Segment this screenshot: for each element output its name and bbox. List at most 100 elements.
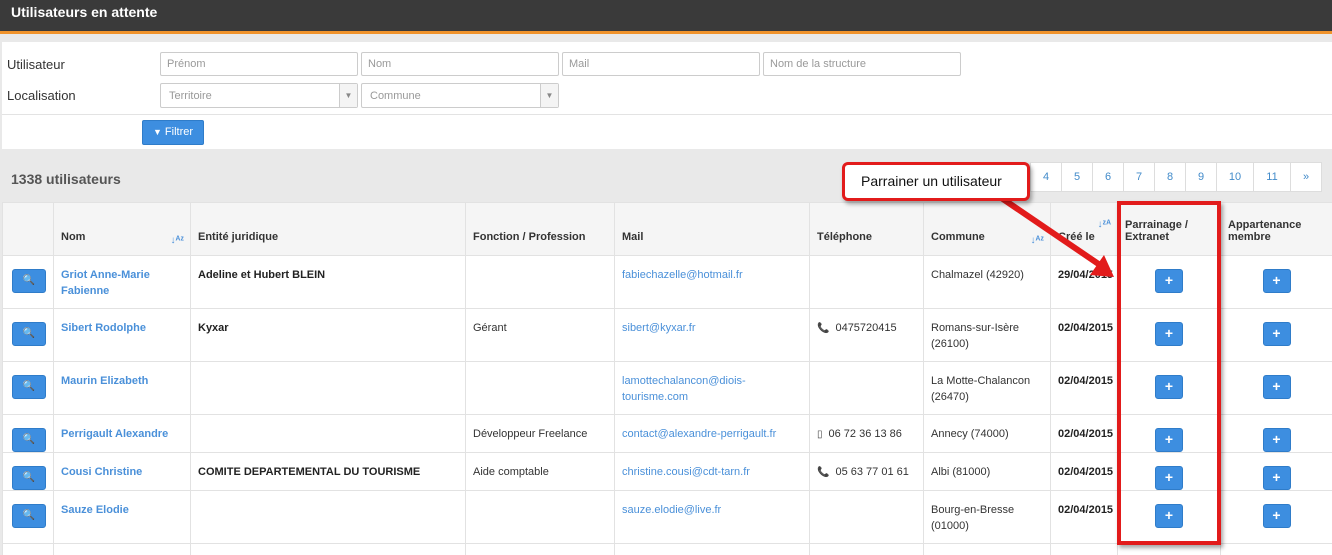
plus-icon: + bbox=[1164, 325, 1174, 341]
sponsor-user-button[interactable]: + bbox=[1155, 466, 1183, 490]
row-actions: 🔍 bbox=[2, 543, 54, 555]
header-fonction: Fonction / Profession bbox=[465, 202, 615, 256]
page-link[interactable]: 7 bbox=[1123, 162, 1155, 192]
header-commune[interactable]: Commune ↓ᴬᶻ bbox=[923, 202, 1051, 256]
phone-cell bbox=[809, 361, 924, 415]
nom-input[interactable] bbox=[361, 52, 559, 76]
add-membership-button[interactable]: + bbox=[1262, 375, 1291, 399]
mail-link[interactable]: lamottechalancon@diois-tourisme.com bbox=[614, 361, 810, 415]
view-user-button[interactable]: 🔍 bbox=[12, 428, 46, 452]
user-name-link[interactable]: Cousi Christine bbox=[53, 452, 191, 491]
header-nom[interactable]: Nom ↓ᴬᶻ bbox=[53, 202, 191, 256]
page-link[interactable]: 5 bbox=[1061, 162, 1093, 192]
view-user-button[interactable]: 🔍 bbox=[12, 504, 46, 528]
function-cell bbox=[465, 490, 615, 544]
empty-cell bbox=[190, 543, 466, 555]
mail-link[interactable]: sauze.elodie@live.fr bbox=[614, 490, 810, 544]
commune-select[interactable]: Commune ▼ bbox=[361, 83, 559, 108]
mail-link[interactable]: christine.cousi@cdt-tarn.fr bbox=[614, 452, 810, 491]
page-link[interactable]: 6 bbox=[1092, 162, 1124, 192]
structure-input[interactable] bbox=[763, 52, 961, 76]
function-cell: Gérant bbox=[465, 308, 615, 362]
add-membership-button[interactable]: + bbox=[1262, 269, 1291, 293]
sponsor-cell: + bbox=[1117, 452, 1221, 491]
view-user-button[interactable]: 🔍 bbox=[12, 375, 46, 399]
row-actions: 🔍 bbox=[2, 414, 54, 453]
entity-cell: Kyxar bbox=[190, 308, 466, 362]
filter-button[interactable]: ▼ Filtrer bbox=[142, 120, 204, 145]
table-row: 🔍 + + bbox=[2, 543, 1332, 555]
user-name-link[interactable]: Perrigault Alexandre bbox=[53, 414, 191, 453]
commune-cell: Romans-sur-Isère (26100) bbox=[923, 308, 1051, 362]
header-nom-label: Nom bbox=[61, 231, 86, 243]
entity-cell bbox=[190, 414, 466, 453]
view-user-button[interactable]: 🔍 bbox=[12, 466, 46, 490]
mail-link[interactable]: contact@alexandre-perrigault.fr bbox=[614, 414, 810, 453]
entity-cell bbox=[190, 490, 466, 544]
divider bbox=[2, 114, 1332, 115]
view-user-button[interactable]: 🔍 bbox=[12, 269, 46, 293]
sponsor-cell: + bbox=[1117, 543, 1221, 555]
annotation-callout: Parrainer un utilisateur bbox=[842, 162, 1030, 201]
phone-number: 05 63 77 01 61 bbox=[835, 466, 909, 478]
add-membership-button[interactable]: + bbox=[1262, 322, 1291, 346]
territoire-select[interactable]: Territoire ▼ bbox=[160, 83, 358, 108]
table-row: 🔍 Sibert Rodolphe Kyxar Gérant sibert@ky… bbox=[2, 308, 1332, 362]
empty-cell bbox=[923, 543, 1051, 555]
location-filter-label: Localisation bbox=[7, 88, 76, 103]
page-link[interactable]: 8 bbox=[1154, 162, 1186, 192]
sponsor-cell: + bbox=[1117, 490, 1221, 544]
mail-link[interactable]: sibert@kyxar.fr bbox=[614, 308, 810, 362]
user-name-link[interactable]: Maurin Elizabeth bbox=[53, 361, 191, 415]
phone-cell bbox=[809, 490, 924, 544]
filter-panel: Utilisateur Localisation Territoire ▼ Co… bbox=[2, 42, 1332, 149]
header-cree[interactable]: Créé le ↓ᶻᴬ bbox=[1050, 202, 1118, 256]
sponsor-user-button[interactable]: + bbox=[1155, 269, 1183, 293]
sponsor-user-button[interactable]: + bbox=[1155, 504, 1183, 528]
add-membership-button[interactable]: + bbox=[1262, 466, 1291, 490]
funnel-icon: ▼ bbox=[152, 127, 162, 137]
add-membership-button[interactable]: + bbox=[1262, 504, 1291, 528]
commune-cell: Chalmazel (42920) bbox=[923, 255, 1051, 309]
phone-icon: 📞 bbox=[817, 467, 830, 478]
user-filter-label: Utilisateur bbox=[7, 57, 65, 72]
membership-cell: + bbox=[1220, 543, 1332, 555]
search-icon: 🔍 bbox=[22, 328, 36, 339]
search-icon: 🔍 bbox=[22, 381, 36, 392]
sponsor-user-button[interactable]: + bbox=[1155, 375, 1183, 399]
header-actions bbox=[2, 202, 54, 256]
page-link[interactable]: 4 bbox=[1030, 162, 1062, 192]
header-mail: Mail bbox=[614, 202, 810, 256]
page-link[interactable]: 11 bbox=[1253, 162, 1291, 192]
membership-cell: + bbox=[1220, 308, 1332, 362]
phone-number: 0475720415 bbox=[835, 322, 897, 334]
header-entite: Entité juridique bbox=[190, 202, 466, 256]
sponsor-cell: + bbox=[1117, 308, 1221, 362]
plus-icon: + bbox=[1272, 378, 1281, 394]
add-membership-button[interactable]: + bbox=[1262, 428, 1291, 452]
sponsor-user-button[interactable]: + bbox=[1155, 322, 1183, 346]
created-date: 02/04/2015 bbox=[1050, 452, 1118, 491]
table-row: 🔍 Griot Anne-Marie Fabienne Adeline et H… bbox=[2, 255, 1332, 309]
sponsor-cell: + bbox=[1117, 414, 1221, 453]
mobile-icon: ▯ bbox=[817, 429, 823, 440]
page-link[interactable]: 9 bbox=[1185, 162, 1217, 192]
mail-input[interactable] bbox=[562, 52, 760, 76]
sponsor-user-button[interactable]: + bbox=[1155, 428, 1183, 452]
membership-cell: + bbox=[1220, 255, 1332, 309]
prenom-input[interactable] bbox=[160, 52, 358, 76]
user-name-link[interactable]: Sauze Elodie bbox=[53, 490, 191, 544]
next-page-link[interactable]: » bbox=[1290, 162, 1322, 192]
page-link[interactable]: 10 bbox=[1216, 162, 1254, 192]
sort-za-icon[interactable]: ↓ᶻᴬ bbox=[1098, 220, 1111, 230]
sort-az-icon[interactable]: ↓ᴬᶻ bbox=[171, 236, 184, 246]
sponsor-cell: + bbox=[1117, 361, 1221, 415]
mail-link[interactable]: fabiechazelle@hotmail.fr bbox=[614, 255, 810, 309]
search-icon: 🔍 bbox=[22, 275, 36, 286]
table-row: 🔍 Perrigault Alexandre Développeur Freel… bbox=[2, 414, 1332, 453]
user-name-link[interactable]: Griot Anne-Marie Fabienne bbox=[53, 255, 191, 309]
sort-az-icon[interactable]: ↓ᴬᶻ bbox=[1031, 236, 1044, 246]
view-user-button[interactable]: 🔍 bbox=[12, 322, 46, 346]
plus-icon: + bbox=[1164, 378, 1174, 394]
user-name-link[interactable]: Sibert Rodolphe bbox=[53, 308, 191, 362]
